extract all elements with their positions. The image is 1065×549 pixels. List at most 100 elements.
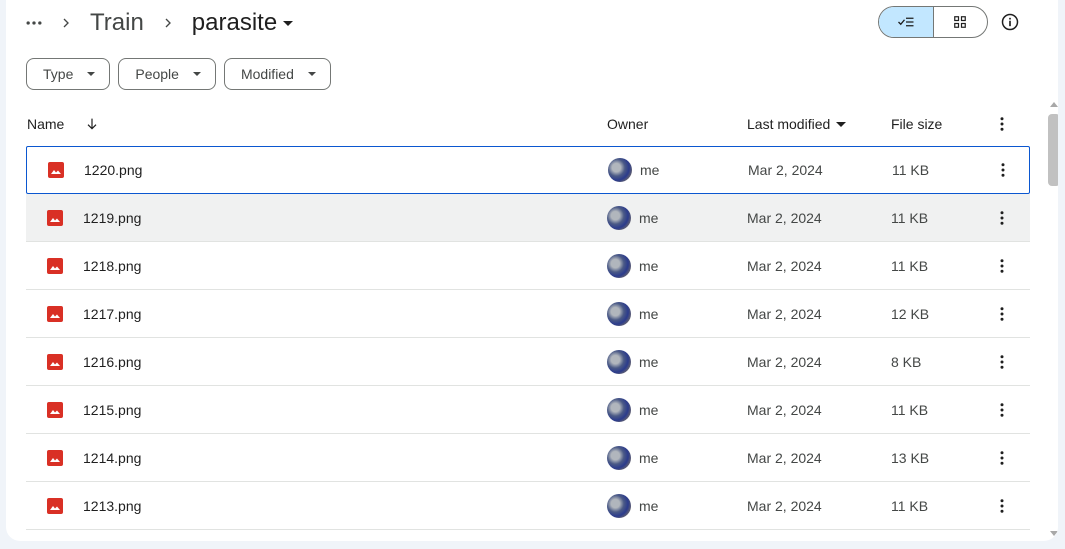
table-row[interactable]: 1220.png me Mar 2, 2024 11 KB	[26, 146, 1030, 194]
table-row[interactable]: 1217.png me Mar 2, 2024 12 KB	[26, 290, 1030, 338]
info-button[interactable]	[998, 10, 1022, 34]
grid-view-button[interactable]	[934, 7, 988, 37]
chevron-right-icon	[52, 15, 80, 31]
table-row[interactable]: 1213.png me Mar 2, 2024 11 KB	[26, 482, 1030, 530]
more-vert-icon	[1001, 163, 1005, 177]
image-file-icon	[48, 162, 64, 178]
file-name[interactable]: 1215.png	[83, 402, 141, 418]
row-more-actions-button[interactable]	[992, 352, 1012, 372]
scroll-up-arrow[interactable]	[1050, 102, 1058, 107]
column-label-name: Name	[27, 116, 65, 132]
table-row[interactable]: 1215.png me Mar 2, 2024 11 KB	[26, 386, 1030, 434]
file-name[interactable]: 1214.png	[83, 450, 141, 466]
file-size: 8 KB	[891, 353, 922, 370]
caret-down-icon	[87, 72, 96, 76]
image-file-icon	[47, 305, 63, 322]
file-name[interactable]: 1219.png	[83, 210, 141, 226]
modified-filter-chip[interactable]: Modified	[223, 58, 331, 90]
breadcrumb-current-folder[interactable]: parasite	[188, 9, 297, 37]
file-owner: me	[639, 449, 659, 466]
table-row[interactable]: 1214.png me Mar 2, 2024 13 KB	[26, 434, 1030, 482]
avatar	[608, 158, 632, 182]
row-more-actions-button[interactable]	[992, 256, 1012, 276]
check-list-icon	[897, 17, 914, 27]
breadcrumb: Train parasite	[22, 6, 297, 40]
row-more-actions-button[interactable]	[992, 304, 1012, 324]
file-owner: me	[639, 305, 659, 322]
file-name[interactable]: 1218.png	[83, 258, 141, 274]
file-name[interactable]: 1213.png	[83, 498, 141, 514]
file-last-modified: Mar 2, 2024	[747, 353, 822, 370]
more-vert-icon	[1000, 402, 1004, 417]
people-filter-chip[interactable]: People	[118, 58, 216, 90]
file-last-modified: Mar 2, 2024	[747, 209, 822, 226]
table-row[interactable]: 1218.png me Mar 2, 2024 11 KB	[26, 242, 1030, 290]
chip-label: People	[135, 66, 179, 82]
row-more-actions-button[interactable]	[992, 208, 1012, 228]
owner-column-header[interactable]: Owner	[607, 116, 648, 132]
file-size: 11 KB	[891, 257, 929, 274]
file-size: 11 KB	[891, 497, 929, 514]
name-column-header[interactable]: Name	[27, 116, 100, 132]
table-row[interactable]: 1216.png me Mar 2, 2024 8 KB	[26, 338, 1030, 386]
row-more-actions-button[interactable]	[993, 160, 1013, 180]
caret-down-icon	[283, 20, 294, 26]
file-last-modified: Mar 2, 2024	[748, 162, 823, 178]
avatar	[607, 493, 631, 518]
avatar	[607, 445, 631, 470]
file-list: 1220.png me Mar 2, 2024 11 KB 1219.png m…	[26, 146, 1030, 530]
view-toggle	[878, 6, 988, 38]
file-name[interactable]: 1217.png	[83, 306, 141, 322]
avatar	[607, 205, 631, 230]
file-name[interactable]: 1216.png	[83, 354, 141, 370]
caret-down-icon	[307, 72, 316, 76]
last-modified-column-header[interactable]: Last modified	[747, 116, 847, 132]
file-owner: me	[639, 257, 659, 274]
image-file-icon	[47, 257, 63, 274]
scrollbar[interactable]	[1046, 100, 1058, 540]
row-more-actions-button[interactable]	[992, 400, 1012, 420]
scroll-down-arrow[interactable]	[1050, 531, 1058, 536]
filter-chips: Type People Modified	[26, 58, 331, 90]
row-more-actions-button[interactable]	[992, 448, 1012, 468]
grid-icon	[954, 16, 967, 28]
chip-label: Type	[43, 66, 74, 82]
file-last-modified: Mar 2, 2024	[747, 305, 822, 322]
breadcrumb-item-train[interactable]: Train	[86, 9, 148, 37]
column-options-button[interactable]	[992, 114, 1012, 134]
type-filter-chip[interactable]: Type	[26, 58, 111, 90]
file-name[interactable]: 1220.png	[84, 162, 142, 178]
avatar	[607, 397, 631, 422]
image-file-icon	[47, 353, 63, 370]
more-vert-icon	[1000, 117, 1004, 131]
file-owner: me	[639, 401, 659, 418]
file-browser-panel: Train parasite Type People Modified Name…	[6, 0, 1058, 541]
file-size: 13 KB	[891, 449, 930, 466]
file-size: 12 KB	[891, 305, 930, 322]
more-horiz-icon[interactable]	[22, 11, 46, 35]
file-size: 11 KB	[892, 162, 930, 178]
file-last-modified: Mar 2, 2024	[747, 497, 822, 514]
list-view-button[interactable]	[879, 7, 934, 37]
row-more-actions-button[interactable]	[992, 496, 1012, 516]
file-last-modified: Mar 2, 2024	[747, 449, 822, 466]
more-vert-icon	[1000, 450, 1004, 465]
caret-down-icon	[192, 72, 201, 76]
chevron-right-icon	[154, 15, 182, 31]
more-vert-icon	[1000, 210, 1004, 225]
file-last-modified: Mar 2, 2024	[747, 401, 822, 418]
more-vert-icon	[1000, 258, 1004, 273]
more-vert-icon	[1000, 498, 1004, 513]
info-icon	[1001, 13, 1019, 31]
more-vert-icon	[1000, 306, 1004, 321]
file-size-column-header[interactable]: File size	[891, 116, 942, 132]
caret-down-icon	[836, 121, 847, 127]
avatar	[607, 349, 631, 374]
avatar	[607, 301, 631, 326]
file-size: 11 KB	[891, 401, 929, 418]
file-last-modified: Mar 2, 2024	[747, 257, 822, 274]
arrow-down-icon[interactable]	[84, 116, 100, 132]
scrollbar-thumb[interactable]	[1048, 114, 1058, 186]
table-row[interactable]: 1219.png me Mar 2, 2024 11 KB	[26, 194, 1030, 242]
image-file-icon	[47, 209, 63, 226]
